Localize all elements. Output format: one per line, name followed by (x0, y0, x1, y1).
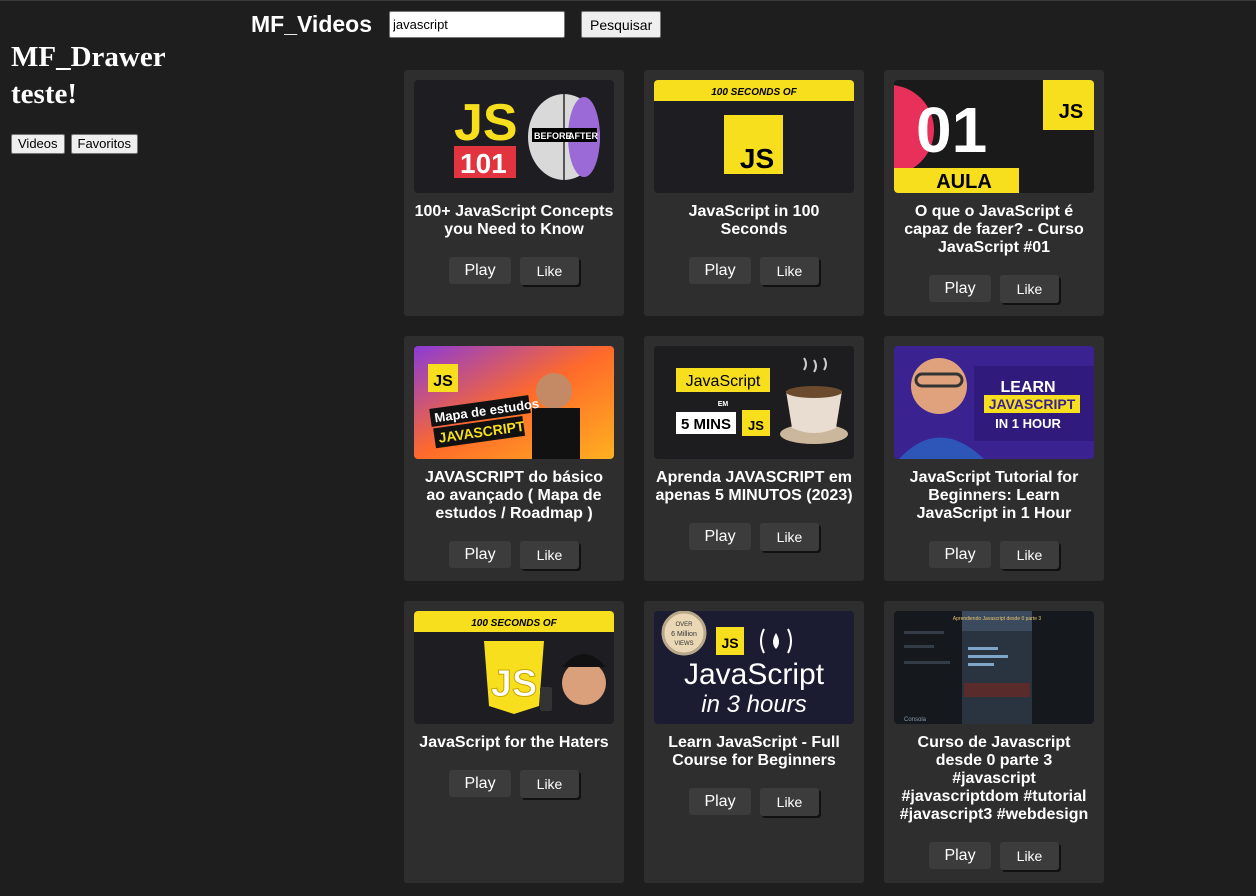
video-thumbnail[interactable]: 100 SECONDS OF JS (414, 611, 614, 724)
thumb-101-text: 101 (460, 148, 507, 179)
sidebar-nav: Videos Favoritos (11, 134, 231, 154)
video-title: 100+ JavaScript Concepts you Need to Kno… (414, 203, 614, 238)
play-button[interactable]: Play (449, 257, 511, 284)
video-thumbnail[interactable]: JS 101 BEFORE AFTER (414, 80, 614, 193)
video-card: JS Mapa de estudos JAVASCRIPT JAVASCRIPT… (404, 336, 624, 581)
play-button[interactable]: Play (449, 541, 511, 568)
thumb-js-text: JS (491, 663, 537, 705)
like-button[interactable]: Like (1000, 275, 1059, 303)
sidebar-title: MF_Drawer teste! (11, 39, 231, 113)
video-thumbnail[interactable]: Aprendiendo Javascript desde 0 parte 3 C… (894, 611, 1094, 724)
thumb-line1-text: LEARN (1000, 379, 1055, 396)
play-button[interactable]: Play (929, 275, 991, 302)
sidebar-title-line2: teste! (11, 78, 78, 110)
video-title: Curso de Javascript desde 0 parte 3 #jav… (899, 734, 1089, 823)
video-card: OVER 6 Million VIEWS JS JavaScript in 3 … (644, 601, 864, 883)
video-thumbnail[interactable]: OVER 6 Million VIEWS JS JavaScript in 3 … (654, 611, 854, 724)
play-button[interactable]: Play (689, 257, 751, 284)
like-button[interactable]: Like (760, 788, 819, 816)
video-card: JavaScript EM 5 MINS JS Aprenda JAVASCRI… (644, 336, 864, 581)
video-title: O que o JavaScript é capaz de fazer? - C… (904, 203, 1084, 256)
thumb-banner-text: 100 SECONDS OF (471, 618, 557, 629)
thumb-header-text: Aprendiendo Javascript desde 0 parte 3 (953, 616, 1042, 622)
thumb-js-text: JS (721, 635, 738, 651)
play-button[interactable]: Play (929, 842, 991, 869)
thumb-footer-text: Consola (904, 717, 927, 723)
thumb-number-text: 01 (916, 94, 987, 166)
favoritos-button[interactable]: Favoritos (70, 134, 138, 154)
video-card: LEARN JAVASCRIPT IN 1 HOUR JavaScript Tu… (884, 336, 1104, 581)
like-button[interactable]: Like (760, 523, 819, 551)
thumb-em-text: EM (718, 401, 729, 408)
play-button[interactable]: Play (929, 541, 991, 568)
thumb-line3-text: IN 1 HOUR (995, 416, 1061, 431)
video-thumbnail[interactable]: 100 SECONDS OF JS (654, 80, 854, 193)
video-title: Learn JavaScript - Full Course for Begin… (668, 734, 840, 769)
thumb-badge2-text: 6 Million (671, 631, 697, 638)
sidebar: MF_Drawer teste! Videos Favoritos (11, 39, 231, 154)
thumb-js-text: JS (748, 418, 764, 433)
play-button[interactable]: Play (449, 770, 511, 797)
thumb-js-text: JS (1059, 101, 1083, 123)
play-button[interactable]: Play (689, 523, 751, 550)
thumb-js-text: JS (433, 373, 453, 390)
like-button[interactable]: Like (520, 770, 579, 798)
header: MF_Videos Pesquisar (251, 11, 662, 38)
thumb-after-text: AFTER (568, 131, 598, 141)
thumb-badge3-text: VIEWS (674, 641, 693, 647)
video-card: 100 SECONDS OF JS JavaScript in 100 Seco… (644, 70, 864, 316)
thumb-aula-text: AULA (936, 171, 992, 193)
thumb-line2-text: JAVASCRIPT (989, 396, 1076, 412)
video-card: Aprendiendo Javascript desde 0 parte 3 C… (884, 601, 1104, 883)
thumb-badge1-text: OVER (675, 622, 693, 628)
like-button[interactable]: Like (1000, 842, 1059, 870)
video-thumbnail[interactable]: JavaScript EM 5 MINS JS (654, 346, 854, 459)
thumb-banner-text: 100 SECONDS OF (711, 87, 797, 98)
thumb-line2-text: in 3 hours (701, 691, 806, 718)
video-card: JS 101 BEFORE AFTER 100+ JavaScript Conc… (404, 70, 624, 316)
like-button[interactable]: Like (520, 257, 579, 285)
thumb-label-text: JavaScript (686, 373, 761, 390)
thumb-js-text: JS (454, 94, 518, 152)
like-button[interactable]: Like (520, 541, 579, 569)
video-thumbnail[interactable]: 01 AULA JS (894, 80, 1094, 193)
video-grid: JS 101 BEFORE AFTER 100+ JavaScript Conc… (404, 70, 1104, 883)
app-title: MF_Videos (251, 11, 372, 37)
video-title: Aprenda JAVASCRIPT em apenas 5 MINUTOS (… (655, 469, 853, 504)
video-thumbnail[interactable]: LEARN JAVASCRIPT IN 1 HOUR (894, 346, 1094, 459)
play-button[interactable]: Play (689, 788, 751, 815)
sidebar-title-line1: MF_Drawer (11, 41, 166, 73)
thumb-js-text: JS (740, 143, 774, 174)
video-title: JavaScript in 100 Seconds (688, 203, 820, 238)
video-title: JavaScript for the Haters (419, 734, 609, 751)
search-button[interactable]: Pesquisar (581, 11, 662, 38)
thumb-before-text: BEFORE (534, 131, 572, 141)
video-card: 01 AULA JS O que o JavaScript é capaz de… (884, 70, 1104, 316)
thumb-line1-text: JavaScript (684, 658, 825, 691)
thumb-mins-text: 5 MINS (681, 416, 731, 433)
like-button[interactable]: Like (760, 257, 819, 285)
video-title: JavaScript Tutorial for Beginners: Learn… (909, 469, 1079, 522)
search-input[interactable] (389, 11, 565, 38)
video-card: 100 SECONDS OF JS JavaScript for the Hat… (404, 601, 624, 883)
video-title: JAVASCRIPT do básico ao avançado ( Mapa … (424, 469, 604, 522)
videos-button[interactable]: Videos (11, 134, 65, 154)
video-thumbnail[interactable]: JS Mapa de estudos JAVASCRIPT (414, 346, 614, 459)
like-button[interactable]: Like (1000, 541, 1059, 569)
